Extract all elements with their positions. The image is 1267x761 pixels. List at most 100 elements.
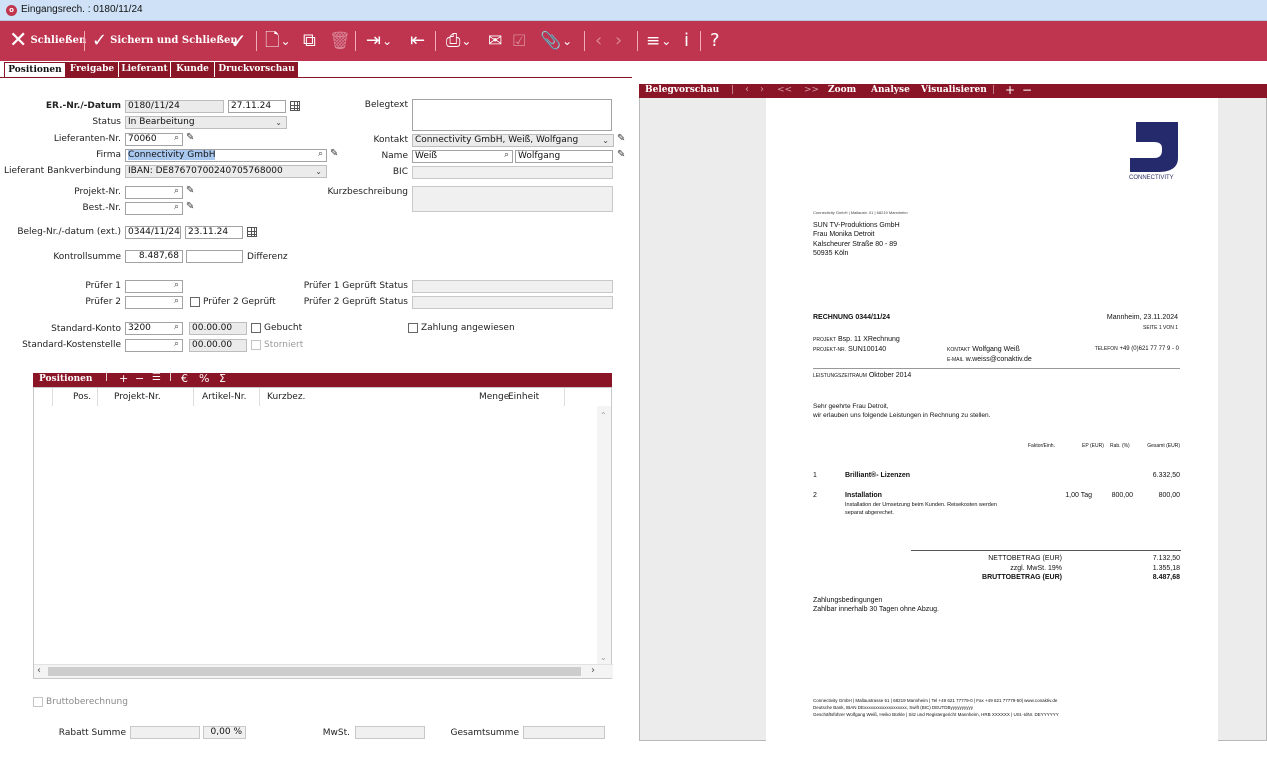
- col-kurzbez[interactable]: Kurzbez.: [267, 392, 305, 402]
- lieferanten-nr-field[interactable]: 70060 ⌕: [125, 133, 183, 146]
- kontrollsumme-field[interactable]: 8.487,68: [125, 250, 183, 263]
- tab-druckvorschau[interactable]: Druckvorschau: [215, 62, 299, 78]
- approve-button[interactable]: ☑: [512, 21, 526, 61]
- chevron-left-icon[interactable]: ‹: [745, 84, 749, 95]
- menu-button[interactable]: ≡⌄: [646, 21, 671, 61]
- email-line: E-MAIL w.weiss@conaktiv.de: [947, 356, 1032, 363]
- zoom-out-icon[interactable]: −: [1022, 83, 1032, 97]
- info-button[interactable]: i: [684, 21, 689, 61]
- search-icon[interactable]: ⌕: [174, 203, 179, 213]
- scroll-left-icon[interactable]: ‹: [37, 665, 41, 676]
- close-button[interactable]: ✕ Schließen: [9, 21, 86, 61]
- projekt-nr-field[interactable]: ⌕: [125, 186, 183, 199]
- greeting: Sehr geehrte Frau Detroit,: [813, 403, 889, 410]
- search-icon[interactable]: ⌕: [174, 134, 179, 144]
- edit-pencil-icon[interactable]: ✎: [617, 149, 625, 160]
- first-page-button[interactable]: <<: [777, 85, 792, 95]
- delete-button[interactable]: 🗑: [329, 21, 351, 61]
- percent-icon[interactable]: %: [199, 372, 209, 385]
- differenz-field: [186, 250, 243, 263]
- edit-pencil-icon[interactable]: ✎: [617, 133, 625, 144]
- er-nr-field[interactable]: 0180/11/24: [125, 100, 224, 113]
- analyse-button[interactable]: Analyse: [871, 85, 910, 95]
- search-icon[interactable]: ⌕: [174, 297, 179, 307]
- tab-kunde[interactable]: Kunde: [171, 62, 215, 78]
- rabatt-percent-field: 0,00 %: [203, 726, 246, 739]
- euro-icon[interactable]: €: [181, 372, 188, 385]
- chevron-right-icon[interactable]: ›: [760, 84, 764, 95]
- search-icon[interactable]: ⌕: [174, 187, 179, 197]
- zoom-in-icon[interactable]: +: [1005, 83, 1015, 97]
- tab-lieferant[interactable]: Lieferant: [119, 62, 171, 78]
- tab-positionen[interactable]: Positionen: [4, 62, 66, 78]
- item-desc: separat abgerechet.: [845, 510, 894, 516]
- rabatt-summe-field: [130, 726, 200, 739]
- standard-kostenstelle-field[interactable]: ⌕: [125, 339, 183, 352]
- kurzbeschreibung-field: [412, 186, 613, 212]
- col-projekt-nr[interactable]: Projekt-Nr.: [114, 392, 161, 402]
- gebucht-checkbox[interactable]: [251, 323, 261, 333]
- bic-label: BIC: [392, 167, 408, 177]
- bank-select[interactable]: IBAN: DE87670700240705768000 ⌄: [125, 165, 327, 178]
- status-select[interactable]: In Bearbeitung ⌄: [125, 116, 287, 129]
- zahlung-angewiesen-checkbox[interactable]: [408, 323, 418, 333]
- pruefer2-status-field: [412, 296, 613, 309]
- calendar-icon[interactable]: [247, 227, 257, 237]
- col-menge[interactable]: Menge: [479, 392, 509, 402]
- footer-line: Deutsche Bank, IBAN DExxxxxxxxxxxxxxxxxx…: [813, 705, 974, 710]
- col-artikel-nr[interactable]: Artikel-Nr.: [202, 392, 247, 402]
- search-icon[interactable]: ⌕: [174, 281, 179, 291]
- best-nr-field[interactable]: ⌕: [125, 202, 183, 215]
- beleg-date-field[interactable]: 23.11.24: [185, 226, 243, 239]
- tab-freigabe[interactable]: Freigabe: [66, 62, 119, 78]
- list-icon[interactable]: ☰: [152, 372, 161, 383]
- company-logo: [1130, 122, 1178, 172]
- edit-pencil-icon[interactable]: ✎: [186, 185, 194, 196]
- scroll-up-icon[interactable]: ⌃: [600, 411, 607, 420]
- print-button[interactable]: ⎙⌄: [446, 21, 471, 61]
- belegtext-field[interactable]: [412, 99, 612, 131]
- horizontal-scrollbar[interactable]: ‹ ›: [34, 664, 613, 678]
- vertical-scrollbar[interactable]: ⌃ ⌄: [597, 406, 611, 664]
- search-icon[interactable]: ⌕: [174, 340, 179, 350]
- sum-icon[interactable]: Σ: [219, 372, 226, 385]
- scroll-down-icon[interactable]: ⌄: [600, 653, 607, 662]
- export-button[interactable]: ⇤: [410, 21, 425, 61]
- new-document-button[interactable]: 🗋⌄: [265, 21, 291, 61]
- pruefer1-field[interactable]: ⌕: [125, 280, 183, 293]
- name-last-field[interactable]: Weiß ⌕: [412, 150, 513, 163]
- scroll-thumb[interactable]: [48, 667, 581, 676]
- pruefer2-geprueft-checkbox[interactable]: [190, 297, 200, 307]
- search-icon[interactable]: ⌕: [318, 150, 323, 160]
- import-button[interactable]: ⇥⌄: [366, 21, 392, 61]
- attachment-button[interactable]: 📎⌄: [540, 21, 572, 61]
- pruefer2-field[interactable]: ⌕: [125, 296, 183, 309]
- remove-row-icon[interactable]: −: [135, 372, 144, 385]
- search-icon[interactable]: ⌕: [174, 323, 179, 333]
- last-page-button[interactable]: >>: [804, 85, 819, 95]
- add-row-icon[interactable]: +: [119, 372, 128, 385]
- standard-konto-field[interactable]: 3200 ⌕: [125, 322, 183, 335]
- save-and-close-button[interactable]: ✓ Sichern und Schließen: [92, 21, 238, 61]
- save-button[interactable]: ✓: [230, 21, 247, 61]
- firma-field[interactable]: Connectivity GmbH ⌕: [125, 149, 327, 162]
- edit-pencil-icon[interactable]: ✎: [186, 201, 194, 212]
- edit-pencil-icon[interactable]: ✎: [186, 132, 194, 143]
- visualisieren-button[interactable]: Visualisieren: [921, 85, 987, 95]
- calendar-icon[interactable]: [290, 101, 300, 111]
- zoom-button[interactable]: Zoom: [828, 85, 856, 95]
- next-record-button[interactable]: ›: [615, 21, 622, 61]
- col-einheit[interactable]: Einheit: [508, 392, 539, 402]
- er-date-field[interactable]: 27.11.24: [228, 100, 286, 113]
- paperclip-icon: 📎: [540, 31, 562, 51]
- help-button[interactable]: ?: [710, 21, 720, 61]
- previous-record-button[interactable]: ‹: [595, 21, 602, 61]
- email-button[interactable]: ✉: [488, 21, 502, 61]
- copy-button[interactable]: ⧉: [303, 21, 316, 61]
- col-pos[interactable]: Pos.: [73, 392, 91, 402]
- kontakt-select[interactable]: Connectivity GmbH, Weiß, Wolfgang ⌄: [412, 134, 614, 147]
- search-icon[interactable]: ⌕: [504, 151, 509, 161]
- beleg-nr-field[interactable]: 0344/11/24: [125, 226, 181, 239]
- name-first-field[interactable]: Wolfgang: [515, 150, 613, 163]
- scroll-right-icon[interactable]: ›: [591, 665, 595, 676]
